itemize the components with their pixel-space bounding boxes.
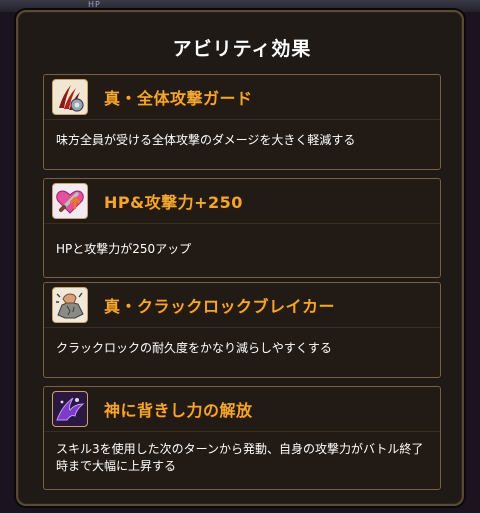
- ability-card-header: 神に背きし力の解放: [44, 387, 440, 432]
- ability-name: 真・全体攻撃ガード: [104, 89, 253, 108]
- ability-description: スキル3を使用した次のターンから発動、自身の攻撃力がバトル終了時まで大幅に上昇す…: [56, 442, 424, 473]
- ability-name: 真・クラックロックブレイカー: [104, 297, 336, 316]
- ability-description: クラックロックの耐久度をかなり減らしやすくする: [56, 341, 332, 355]
- ability-card[interactable]: 神に背きし力の解放 スキル3を使用した次のターンから発動、自身の攻撃力がバトル終…: [43, 386, 441, 490]
- ability-name: HP&攻撃力+250: [104, 193, 243, 212]
- ability-card-header: HP&攻撃力+250: [44, 179, 440, 224]
- ability-description: HPと攻撃力が250アップ: [56, 242, 192, 256]
- dialog-title: アビリティ効果: [172, 38, 312, 60]
- ability-card[interactable]: HP&攻撃力+250 HPと攻撃力が250アップ: [43, 178, 441, 278]
- claw-shield-icon: [52, 79, 88, 115]
- ability-card-header: 真・クラックロックブレイカー: [44, 283, 440, 328]
- ability-name: 神に背きし力の解放: [104, 401, 253, 420]
- ability-effect-dialog: アビリティ効果 真・全体攻撃ガード 味方全員が受ける全体攻撃のダメージを大きく軽…: [16, 10, 464, 506]
- ability-card-header: 真・全体攻撃ガード: [44, 75, 440, 120]
- heart-sword-icon: [52, 183, 88, 219]
- ability-description: 味方全員が受ける全体攻撃のダメージを大きく軽減する: [56, 133, 356, 147]
- background-hp-label: HP: [88, 0, 101, 9]
- rock-fist-icon: [52, 287, 88, 323]
- ability-card[interactable]: 真・全体攻撃ガード 味方全員が受ける全体攻撃のダメージを大きく軽減する: [43, 74, 441, 170]
- ability-card[interactable]: 真・クラックロックブレイカー クラックロックの耐久度をかなり減らしやすくする: [43, 282, 441, 378]
- dark-power-icon: [52, 391, 88, 427]
